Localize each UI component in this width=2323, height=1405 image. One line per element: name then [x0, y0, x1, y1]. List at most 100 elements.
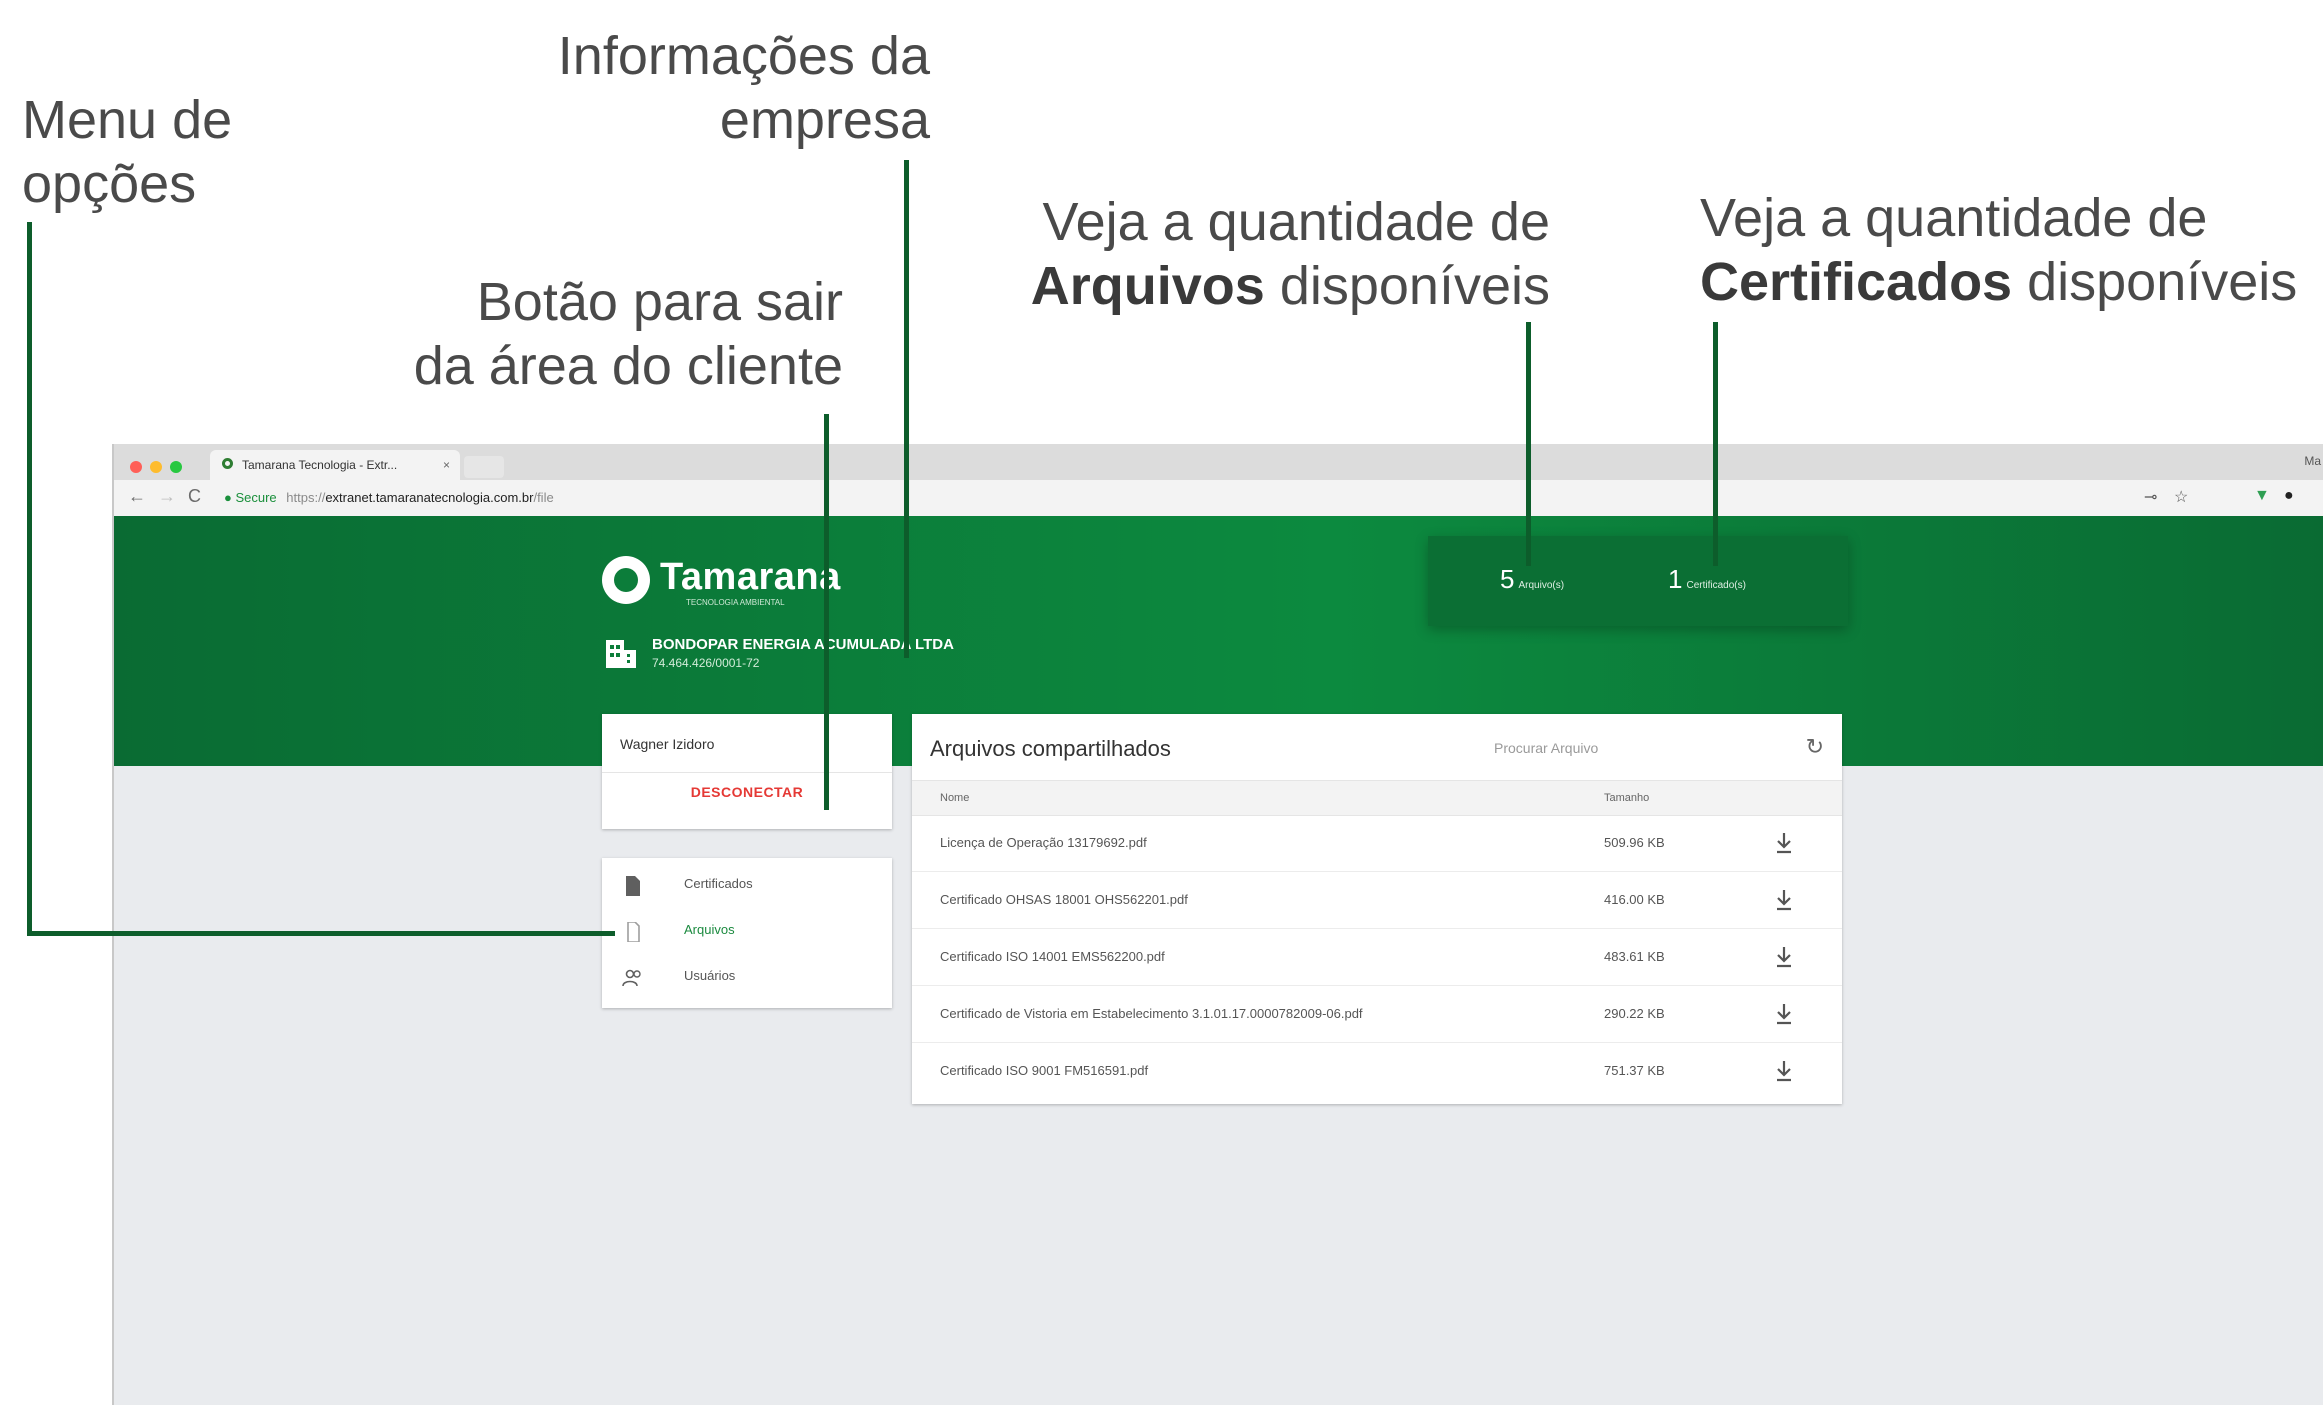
document-icon — [626, 876, 640, 896]
download-icon[interactable] — [1774, 1059, 1794, 1083]
user-name: Wagner Izidoro — [620, 736, 715, 752]
extension-vuetools-icon[interactable]: ▼ — [2254, 487, 2270, 505]
stat-certificates-value: 1 — [1668, 564, 1683, 594]
leader-line-files-count — [1526, 322, 1531, 566]
building-icon — [606, 640, 636, 668]
divider — [602, 772, 892, 773]
url-field[interactable]: ● Secure https://extranet.tamaranatecnol… — [224, 486, 554, 510]
callout-logout-line2: da área do cliente — [413, 336, 843, 396]
download-icon[interactable] — [1774, 888, 1794, 912]
stat-files-label: Arquivo(s) — [1518, 580, 1565, 591]
minimize-window-dot[interactable] — [150, 461, 162, 473]
callout-certs-count-line2: Certificados disponíveis — [1700, 250, 2297, 314]
file-name: Certificado ISO 9001 FM516591.pdf — [940, 1063, 1149, 1078]
window-profile-label: Ma — [2304, 454, 2321, 468]
menu-item-certificados[interactable]: Certificados — [602, 862, 892, 908]
file-name: Certificado ISO 14001 EMS562200.pdf — [940, 949, 1165, 964]
menu-item-label: Arquivos — [684, 922, 735, 937]
callout-company-info-line2: empresa — [719, 90, 930, 150]
callout-company-info-line1: Informações da — [557, 26, 930, 86]
file-size: 509.96 KB — [1604, 835, 1665, 850]
bookmark-star-icon[interactable]: ☆ — [2174, 487, 2188, 507]
files-panel-title: Arquivos compartilhados — [930, 736, 1171, 761]
tab-title: Tamarana Tecnologia - Extr... — [242, 458, 398, 472]
file-name: Licença de Operação 13179692.pdf — [940, 835, 1147, 850]
company-cnpj: 74.464.426/0001-72 — [652, 656, 760, 670]
table-row[interactable]: Licença de Operação 13179692.pdf 509.96 … — [912, 815, 1842, 872]
logout-button[interactable]: DESCONECTAR — [602, 784, 892, 800]
new-tab-button[interactable] — [464, 456, 504, 478]
brand-tagline: TECNOLOGIA AMBIENTAL — [686, 598, 785, 607]
leader-line-menu-horizontal — [27, 931, 615, 936]
key-icon[interactable]: ⊸ — [2144, 487, 2157, 507]
leader-line-menu — [27, 222, 32, 936]
menu-item-label: Usuários — [684, 968, 736, 983]
callout-files-count-line2: Arquivos disponíveis — [1020, 254, 1550, 318]
users-icon — [622, 969, 641, 987]
maximize-window-dot[interactable] — [170, 461, 182, 473]
table-row[interactable]: Certificado OHSAS 18001 OHS562201.pdf 41… — [912, 872, 1842, 929]
file-size: 751.37 KB — [1604, 1063, 1665, 1078]
callout-certs-count: Veja a quantidade de Certificados dispon… — [1700, 186, 2297, 314]
file-size: 416.00 KB — [1604, 892, 1665, 907]
column-header-name[interactable]: Nome — [940, 792, 969, 804]
refresh-icon[interactable]: ↻ — [1806, 734, 1824, 760]
shared-files-panel: Arquivos compartilhados ↻ Nome Tamanho L… — [912, 714, 1842, 1104]
favicon-icon — [222, 458, 233, 469]
table-header: Nome Tamanho — [912, 780, 1842, 816]
callout-logout-line1: Botão para sair — [476, 272, 843, 332]
secure-label: Secure — [235, 490, 277, 505]
url-scheme: https:// — [286, 490, 326, 505]
user-card: Wagner Izidoro DESCONECTAR — [602, 714, 892, 829]
download-icon[interactable] — [1774, 831, 1794, 855]
download-icon[interactable] — [1774, 945, 1794, 969]
lock-icon: ● — [224, 490, 236, 505]
file-size: 483.61 KB — [1604, 949, 1665, 964]
callout-files-count: Veja a quantidade de Arquivos disponívei… — [1020, 190, 1550, 318]
leader-line-company — [904, 160, 909, 658]
menu-item-label: Certificados — [684, 876, 753, 891]
stat-files-value: 5 — [1500, 564, 1515, 594]
callout-files-count-rest: disponíveis — [1264, 256, 1550, 316]
file-name: Certificado de Vistoria em Estabelecimen… — [940, 1006, 1363, 1021]
browser-tab[interactable]: Tamarana Tecnologia - Extr... × — [210, 450, 460, 480]
stat-certificates: 1 Certificado(s) — [1668, 564, 1746, 595]
callout-company-info: Informações da empresa — [520, 24, 930, 152]
tab-strip: Tamarana Tecnologia - Extr... × Ma — [114, 444, 2323, 481]
callout-certs-count-bold: Certificados — [1700, 252, 2013, 312]
address-bar: ← → C ● Secure https://extranet.tamarana… — [114, 480, 2323, 517]
leader-line-certs-count — [1713, 322, 1718, 566]
callout-menu-line2: opções — [22, 154, 197, 214]
file-name: Certificado OHSAS 18001 OHS562201.pdf — [940, 892, 1188, 907]
stats-panel: 5 Arquivo(s) 1 Certificado(s) — [1428, 536, 1848, 626]
options-menu: Certificados Arquivos Usuários — [602, 858, 892, 1008]
stat-certificates-label: Certificado(s) — [1686, 580, 1746, 591]
forward-icon[interactable]: → — [158, 486, 176, 507]
back-icon[interactable]: ← — [128, 486, 146, 507]
table-row[interactable]: Certificado ISO 9001 FM516591.pdf 751.37… — [912, 1043, 1842, 1099]
callout-files-count-line1: Veja a quantidade de — [1042, 192, 1550, 252]
browser-window: Tamarana Tecnologia - Extr... × Ma ← → C… — [112, 444, 2323, 1405]
callout-files-count-bold: Arquivos — [1030, 256, 1265, 316]
download-icon[interactable] — [1774, 1002, 1794, 1026]
file-size: 290.22 KB — [1604, 1006, 1665, 1021]
column-header-size[interactable]: Tamanho — [1604, 792, 1649, 804]
url-path: /file — [533, 490, 554, 505]
extension-circle-icon[interactable]: ● — [2284, 487, 2294, 505]
brand-name: Tamarana — [660, 556, 841, 598]
menu-item-arquivos[interactable]: Arquivos — [602, 908, 892, 954]
table-row[interactable]: Certificado ISO 14001 EMS562200.pdf 483.… — [912, 929, 1842, 986]
callout-logout: Botão para sair da área do cliente — [380, 270, 843, 398]
url-host: extranet.tamaranatecnologia.com.br — [325, 490, 534, 505]
close-window-dot[interactable] — [130, 461, 142, 473]
callout-certs-count-rest: disponíveis — [2012, 252, 2298, 312]
search-input[interactable] — [1492, 736, 1716, 760]
callout-certs-count-line1: Veja a quantidade de — [1700, 188, 2208, 248]
menu-item-usuarios[interactable]: Usuários — [602, 954, 892, 1000]
page-content: Tamarana TECNOLOGIA AMBIENTAL BONDOPAR E… — [114, 516, 2323, 1405]
tab-close-icon[interactable]: × — [443, 450, 450, 480]
callout-menu-line1: Menu de — [22, 90, 233, 150]
reload-icon[interactable]: C — [188, 486, 201, 507]
table-row[interactable]: Certificado de Vistoria em Estabelecimen… — [912, 986, 1842, 1043]
stat-files: 5 Arquivo(s) — [1500, 564, 1564, 595]
